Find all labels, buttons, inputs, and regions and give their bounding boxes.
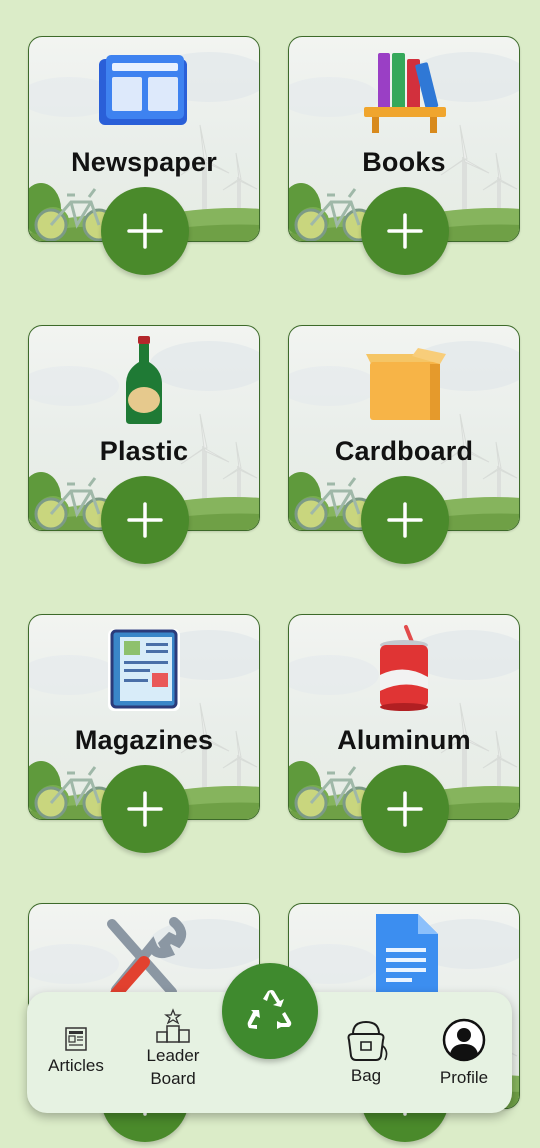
category-title: Newspaper (71, 147, 217, 177)
add-button[interactable] (101, 765, 189, 853)
bag-icon (347, 1020, 388, 1061)
document-icon (376, 914, 438, 1000)
nav-bag-label: Bag (350, 1066, 382, 1085)
category-title: Magazines (74, 725, 214, 755)
nav-leaderboard-label-line2: Board (150, 1069, 196, 1088)
category-card-aluminum[interactable]: Aluminum (288, 614, 520, 853)
plus-icon (127, 213, 163, 249)
newspaper-outline-icon (65, 1027, 87, 1051)
profile-icon (442, 1018, 486, 1062)
plus-icon (127, 502, 163, 538)
bottle-icon (126, 336, 162, 424)
add-button[interactable] (361, 187, 449, 275)
add-button[interactable] (101, 187, 189, 275)
plus-icon (387, 791, 423, 827)
category-card-plastic[interactable]: Plastic (28, 325, 260, 564)
tools-icon (107, 917, 187, 1000)
newspaper-icon (99, 55, 187, 125)
recycle-icon (247, 990, 292, 1029)
magazine-icon (108, 629, 180, 711)
category-card-books[interactable]: Books (288, 36, 520, 275)
category-title: Plastic (99, 436, 189, 466)
can-icon (380, 625, 428, 711)
nav-articles[interactable]: Articles (41, 1026, 111, 1077)
plus-icon (127, 791, 163, 827)
recycle-button[interactable] (222, 963, 318, 1059)
category-card-newspaper[interactable]: Newspaper (28, 36, 260, 275)
podium-icon (156, 1008, 190, 1043)
box-icon (366, 348, 446, 420)
nav-leaderboard-label-line1: Leader (146, 1046, 200, 1065)
category-card-magazines[interactable]: Magazines (28, 614, 260, 853)
nav-bag[interactable]: Bag (333, 1018, 399, 1087)
nav-profile[interactable]: Profile (431, 1018, 497, 1089)
plus-icon (387, 502, 423, 538)
category-title: Books (362, 147, 446, 177)
category-card-cardboard[interactable]: Cardboard (288, 325, 520, 564)
add-button[interactable] (101, 476, 189, 564)
add-button[interactable] (361, 765, 449, 853)
nav-articles-label: Articles (48, 1056, 104, 1075)
plus-icon (387, 213, 423, 249)
nav-profile-label: Profile (439, 1068, 489, 1087)
nav-leaderboard[interactable]: Leader Board (135, 1008, 211, 1090)
category-title: Aluminum (337, 725, 471, 755)
books-icon (364, 53, 446, 133)
add-button[interactable] (361, 476, 449, 564)
category-title: Cardboard (334, 436, 474, 466)
